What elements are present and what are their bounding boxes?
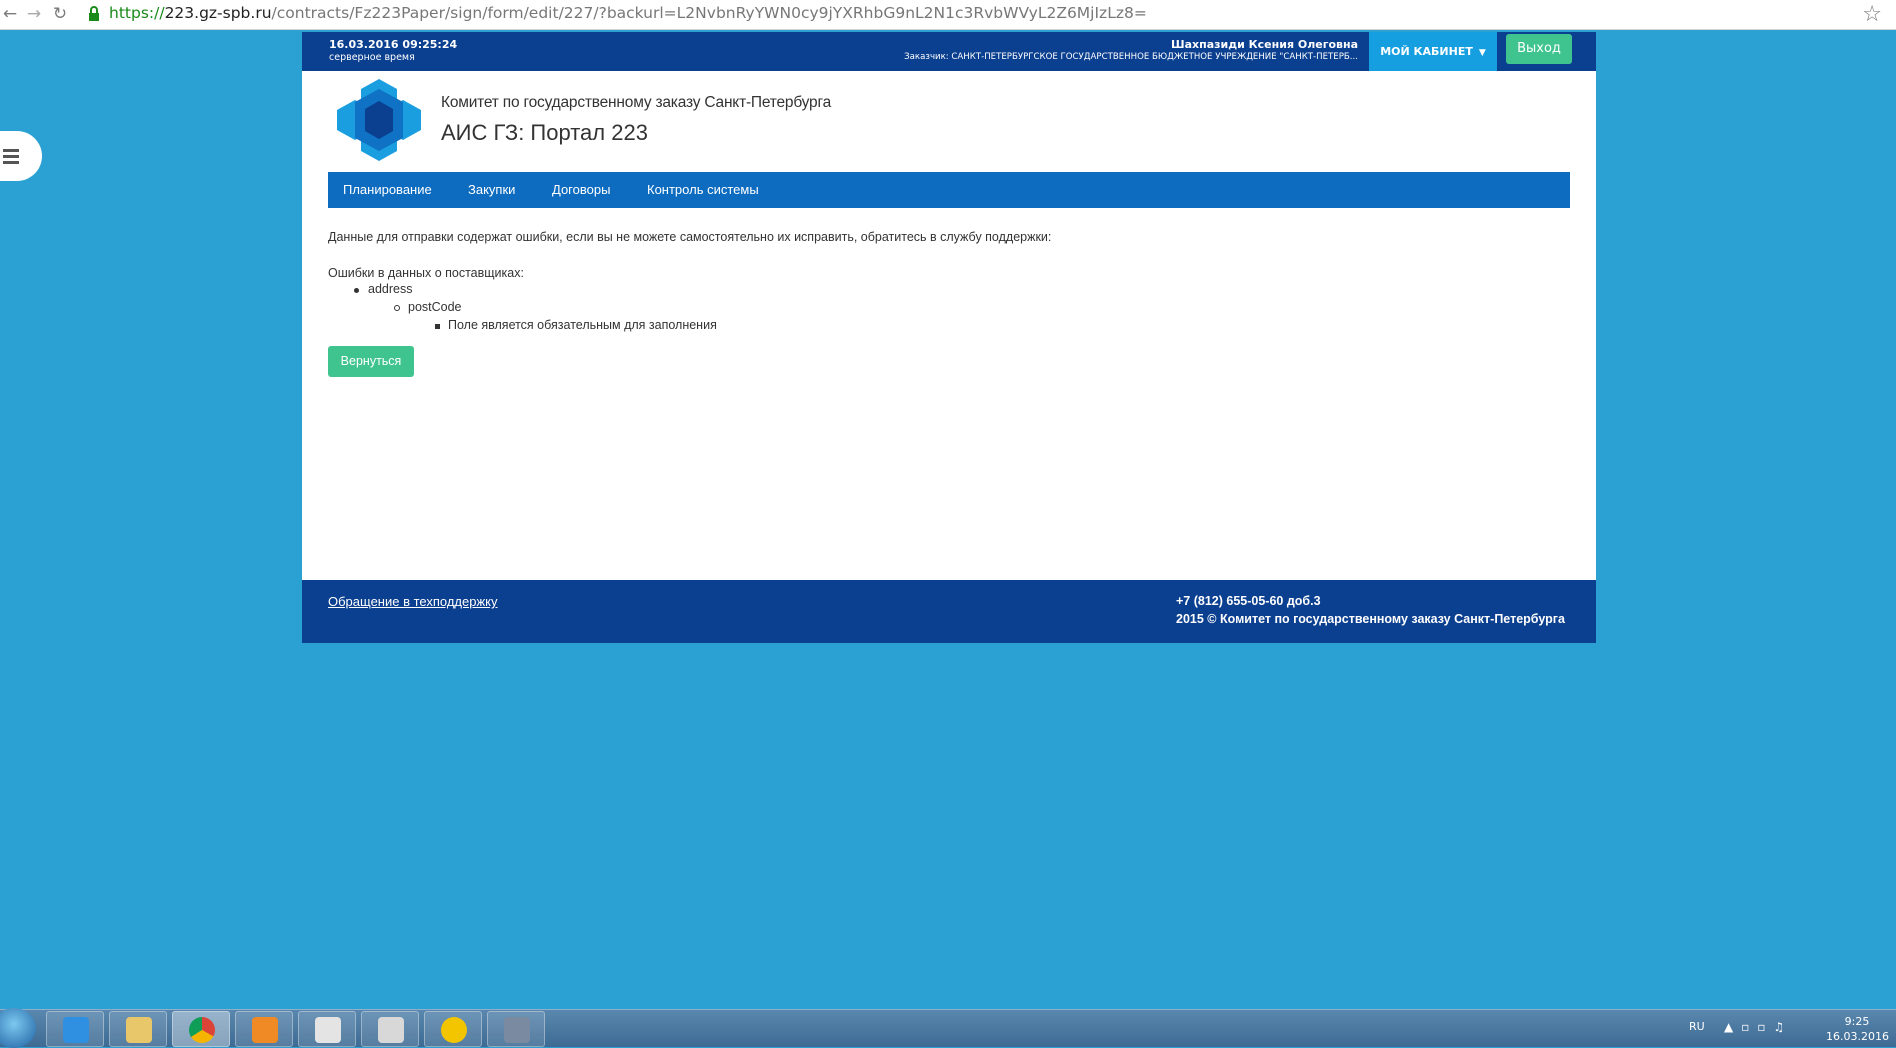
clock-time: 9:25 [1844, 1015, 1870, 1028]
copyright: 2015 © Комитет по государственному заказ… [1176, 612, 1565, 626]
support-link[interactable]: Обращение в техподдержку [328, 594, 498, 609]
nav-item-planning[interactable]: Планирование [343, 172, 432, 208]
portal-title: АИС ГЗ: Портал 223 [441, 120, 648, 145]
clock[interactable]: 9:25 16.03.2016 [1826, 1014, 1889, 1044]
browser-toolbar: ← → ↻ https://223.gz-spb.ru/contracts/Fz… [0, 0, 1896, 30]
main-nav: Планирование Закупки Договоры Контроль с… [328, 172, 1570, 208]
error-field-level1: address [368, 282, 413, 296]
url-path: /contracts/Fz223Paper/sign/form/edit/227… [271, 4, 1147, 22]
bullet [354, 288, 359, 293]
document-app-icon [378, 1017, 404, 1043]
chrome-icon [189, 1017, 215, 1043]
user-name: Шахпазиди Ксения Олеговна [1171, 38, 1358, 51]
error-detail: Поле является обязательным для заполнени… [448, 318, 717, 332]
error-field-level2: postCode [408, 300, 462, 314]
org-name: Комитет по государственному заказу Санкт… [441, 94, 832, 111]
start-button[interactable] [0, 1008, 36, 1048]
back-button[interactable]: Вернуться [328, 346, 414, 377]
language-indicator[interactable]: RU [1689, 1020, 1705, 1033]
taskbar-snipping[interactable] [298, 1011, 356, 1047]
footer: Обращение в техподдержку +7 (812) 655-05… [302, 580, 1596, 643]
nav-item-system-control[interactable]: Контроль системы [647, 172, 759, 208]
taskbar-1c[interactable] [424, 1011, 482, 1047]
menu-icon-bar [3, 161, 19, 164]
folder-icon [126, 1017, 152, 1043]
reload-icon[interactable]: ↻ [50, 4, 70, 24]
bookmark-star-icon[interactable]: ☆ [1862, 2, 1882, 27]
my-cabinet-label: МОЙ КАБИНЕТ [1380, 45, 1473, 58]
taskbar-app2[interactable] [487, 1011, 545, 1047]
lock-icon [89, 6, 99, 21]
clock-date: 16.03.2016 [1826, 1030, 1889, 1043]
taskbar-explorer[interactable] [109, 1011, 167, 1047]
support-phone: +7 (812) 655-05-60 доб.3 [1176, 594, 1321, 608]
1c-icon [441, 1017, 467, 1043]
taskbar-ie[interactable] [46, 1011, 104, 1047]
system-tray-icons[interactable]: ▲▫▫♫ [1724, 1020, 1792, 1034]
menu-icon-bar [3, 149, 19, 152]
forward-arrow-icon[interactable]: → [24, 4, 44, 24]
nav-item-contracts[interactable]: Договоры [552, 172, 610, 208]
customer-name: Заказчик: САНКТ-ПЕТЕРБУРГСКОЕ ГОСУДАРСТВ… [904, 52, 1358, 62]
top-strip: 16.03.2016 09:25:24 серверное время Шахп… [302, 32, 1596, 71]
back-arrow-icon[interactable]: ← [0, 4, 20, 24]
menu-icon-bar [3, 155, 19, 158]
scissors-icon [315, 1017, 341, 1043]
os-taskbar: RU ▲▫▫♫ 9:25 16.03.2016 [0, 1008, 1896, 1048]
address-bar[interactable]: https://223.gz-spb.ru/contracts/Fz223Pap… [109, 4, 1147, 22]
server-time-label: серверное время [329, 52, 415, 63]
error-message: Данные для отправки содержат ошибки, есл… [328, 230, 1052, 244]
media-player-icon [252, 1017, 278, 1043]
taskbar-media[interactable] [235, 1011, 293, 1047]
url-scheme: https:// [109, 4, 165, 22]
taskbar-chrome[interactable] [172, 1011, 230, 1047]
bullet [435, 324, 440, 329]
server-datetime: 16.03.2016 09:25:24 [329, 38, 458, 51]
internet-explorer-icon [63, 1017, 89, 1043]
errors-title: Ошибки в данных о поставщиках: [328, 266, 524, 280]
person-app-icon [504, 1017, 530, 1043]
taskbar-app[interactable] [361, 1011, 419, 1047]
nav-item-purchases[interactable]: Закупки [468, 172, 515, 208]
logout-button[interactable]: Выход [1506, 34, 1572, 64]
sidebar-toggle-button[interactable] [0, 131, 42, 181]
committee-logo [337, 79, 421, 161]
page-container: 16.03.2016 09:25:24 серверное время Шахп… [302, 32, 1596, 643]
bullet [394, 305, 400, 311]
my-cabinet-dropdown[interactable]: МОЙ КАБИНЕТ ▼ [1369, 32, 1497, 71]
caret-down-icon: ▼ [1478, 48, 1486, 58]
url-host: 223.gz-spb.ru [164, 4, 272, 22]
